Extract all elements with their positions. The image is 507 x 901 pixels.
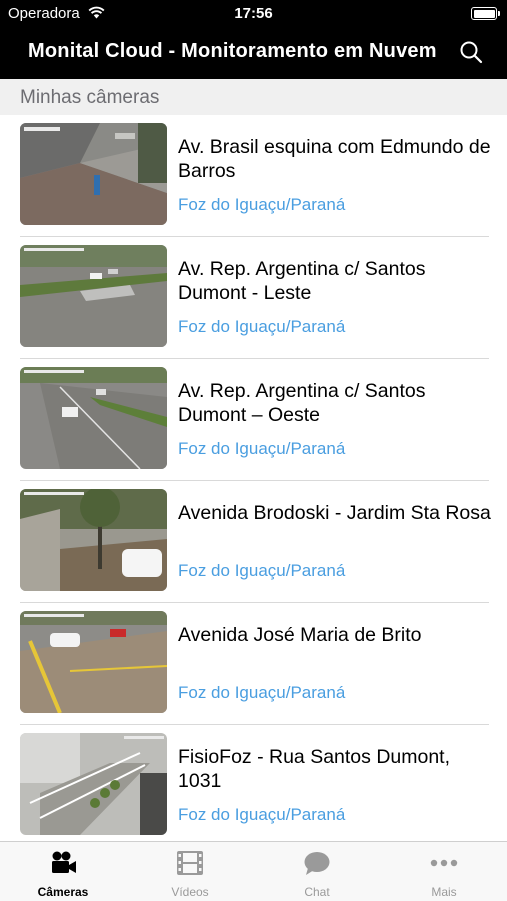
tab-more[interactable]: Mais [381, 842, 507, 901]
camera-location: Foz do Iguaçu/Paraná [178, 195, 346, 214]
camera-title: Avenida Brodoski - Jardim Sta Rosa [178, 502, 491, 524]
tab-label: Mais [431, 885, 457, 899]
clock: 17:56 [234, 5, 273, 22]
navigation-bar: Operadora 17:56 Monital Cloud - Monitora… [0, 0, 507, 79]
camera-thumbnail [20, 123, 167, 225]
search-button[interactable] [459, 40, 485, 66]
tab-label: Chat [304, 885, 330, 899]
camera-row[interactable]: Avenida Brodoski - Jardim Sta Rosa Foz d… [0, 481, 507, 603]
camera-row[interactable]: Av. Brasil esquina com Edmundo de Barros… [0, 115, 507, 237]
camera-row[interactable]: Av. Rep. Argentina c/ Santos Dumont - Le… [0, 237, 507, 359]
camera-title: Avenida José Maria de Brito [178, 624, 422, 646]
tab-label: Vídeos [171, 885, 209, 899]
camera-list: Av. Brasil esquina com Edmundo de Barros… [0, 115, 507, 847]
camera-location: Foz do Iguaçu/Paraná [178, 561, 346, 580]
camera-thumbnail [20, 611, 167, 713]
camera-title: Av. Brasil esquina com Edmundo de Barros [178, 136, 491, 182]
camera-location: Foz do Iguaçu/Paraná [178, 683, 346, 702]
chat-bubble-icon [304, 852, 330, 875]
camera-location: Foz do Iguaçu/Paraná [178, 317, 346, 336]
camera-row[interactable]: Avenida José Maria de Brito Foz do Iguaç… [0, 603, 507, 725]
tab-videos[interactable]: Vídeos [127, 842, 253, 901]
camera-thumbnail [20, 733, 167, 835]
tab-label: Câmeras [37, 885, 89, 899]
page-title: Monital Cloud - Monitoramento em Nuvem [28, 40, 437, 62]
camera-thumbnail [20, 245, 167, 347]
section-header: Minhas câmeras [0, 79, 507, 115]
camera-row[interactable]: Av. Rep. Argentina c/ Santos Dumont – Oe… [0, 359, 507, 481]
battery-icon [471, 7, 500, 20]
tab-cameras[interactable]: Câmeras [0, 842, 126, 901]
camera-thumbnail [20, 367, 167, 469]
camera-title: Av. Rep. Argentina c/ Santos Dumont – Oe… [178, 380, 426, 426]
more-dots-icon [430, 859, 458, 867]
search-icon [460, 41, 483, 64]
camera-row[interactable]: FisioFoz - Rua Santos Dumont, 1031 Foz d… [0, 725, 507, 847]
camera-location: Foz do Iguaçu/Paraná [178, 439, 346, 458]
camera-title: Av. Rep. Argentina c/ Santos Dumont - Le… [178, 258, 426, 304]
film-icon [177, 851, 203, 875]
video-camera-icon [52, 851, 76, 873]
tab-bar: Câmeras Vídeos Chat Mais [0, 841, 507, 901]
camera-title: FisioFoz - Rua Santos Dumont, 1031 [178, 746, 451, 792]
tab-chat[interactable]: Chat [254, 842, 380, 901]
status-bar: Operadora 17:56 [0, 0, 507, 28]
section-title: Minhas câmeras [20, 87, 160, 108]
camera-thumbnail [20, 489, 167, 591]
camera-location: Foz do Iguaçu/Paraná [178, 805, 346, 824]
